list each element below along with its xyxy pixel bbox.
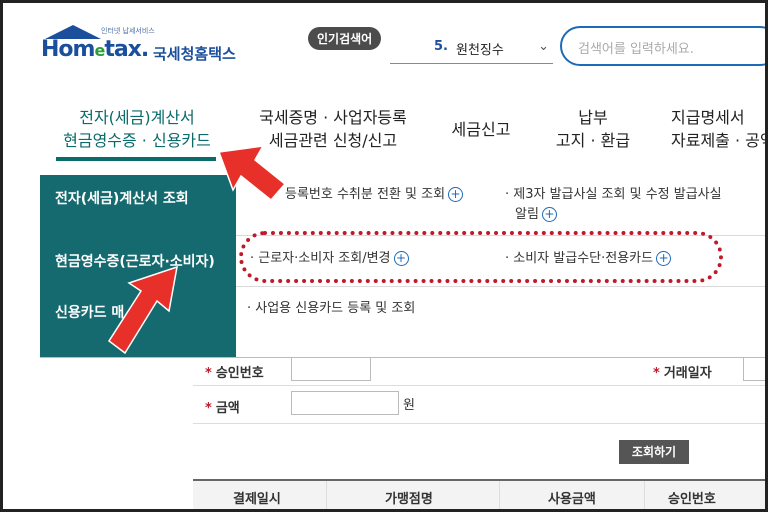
query-button[interactable]: 조회하기 [619,440,689,464]
amount-unit: 원 [403,398,415,413]
menu-item-third-party-issuance[interactable]: · 제3자 발급사실 조회 및 수정 발급사실 알림 + [505,185,722,225]
nav-item-tax-filing[interactable]: 세금신고 [441,118,521,141]
category-tax-invoice-inquiry[interactable]: 전자(세금)계산서 조회 [55,188,189,208]
search-placeholder: 검색어를 입력하세요. [578,42,694,57]
amount-input[interactable] [291,391,399,415]
plus-icon[interactable]: + [448,187,464,202]
red-arrow-icon [107,265,178,355]
column-separator [644,481,645,509]
popular-search-term: 원천징수 [456,43,504,58]
hometax-logo[interactable]: 인터넷 납세서비스 Hometax. 국세청홈택스 [41,23,251,71]
logo-wordmark: Hometax. [41,37,149,62]
logo-korean-name: 국세청홈택스 [153,45,236,63]
menu-item-line: · 제3자 발급사실 조회 및 수정 발급사실 [505,187,722,202]
main-nav: 전자(세금)계산서 현금영수증 · 신용카드 국세증명 · 사업자등록 세금관련… [3,89,765,175]
nav-item-line1: 지급명세서 [671,108,745,127]
plus-icon[interactable]: + [541,207,557,222]
nav-item-payment[interactable]: 납부 고지 · 환급 [543,106,643,152]
nav-item-payment-statement[interactable]: 지급명세서 자료제출 · 공익 [671,106,768,152]
nav-item-line1: 전자(세금)계산서 [79,108,195,127]
column-header-approval-number: 승인번호 [668,492,716,507]
nav-item-tax-invoice[interactable]: 전자(세금)계산서 현금영수증 · 신용카드 [53,106,221,152]
nav-item-line1: 세금신고 [451,120,511,139]
search-input[interactable]: 검색어를 입력하세요. [560,26,765,66]
amount-label: * 금액 [205,401,240,416]
column-header-payment-datetime: 결제일시 [233,492,281,507]
screenshot-frame: 인터넷 납세서비스 Hometax. 국세청홈택스 인기검색어 5. 원천징수 … [0,0,768,512]
approval-number-input[interactable] [291,357,371,381]
logo-tagline: 인터넷 납세서비스 [101,27,155,35]
nav-item-line2: 자료제출 · 공익 [671,131,768,150]
nav-item-line1: 국세증명 · 사업자등록 [259,108,407,127]
menu-row-divider [236,286,765,287]
form-divider [193,385,765,386]
column-separator [499,481,500,509]
nav-item-line1: 납부 [578,108,608,127]
chevron-down-icon[interactable]: ⌄ [538,39,549,54]
column-header-amount: 사용금액 [548,492,596,507]
trade-date-label: * 거래일자 [653,366,712,381]
approval-number-label: * 승인번호 [205,366,264,381]
column-separator [326,481,327,509]
trade-date-input[interactable] [743,357,765,381]
highlight-dotted-outline [239,231,723,283]
column-header-merchant: 가맹점명 [385,492,433,507]
form-divider [193,423,765,424]
site-header: 인터넷 납세서비스 Hometax. 국세청홈택스 인기검색어 5. 원천징수 … [3,3,765,89]
menu-item-business-credit-card[interactable]: · 사업용 신용카드 등록 및 조회 [247,299,415,319]
menu-item-registration-conversion[interactable]: 등록번호 수취분 전환 및 조회 + [285,185,464,205]
nav-item-line2: 현금영수증 · 신용카드 [63,131,211,150]
search-form: * 승인번호 * 거래일자 * 금액 원 조회하기 결제일시 가맹점명 사용금액 승인… [193,357,765,509]
popular-search-select[interactable]: 5. 원천징수 ⌄ [390,33,553,64]
popular-rank-number: 5. [434,39,448,54]
results-table-header: 결제일시 가맹점명 사용금액 승인번호 [193,479,765,509]
nav-item-line2: 고지 · 환급 [555,131,631,150]
active-nav-underline [56,157,216,161]
red-arrow-icon [217,145,287,202]
popular-search-badge: 인기검색어 [308,27,382,50]
